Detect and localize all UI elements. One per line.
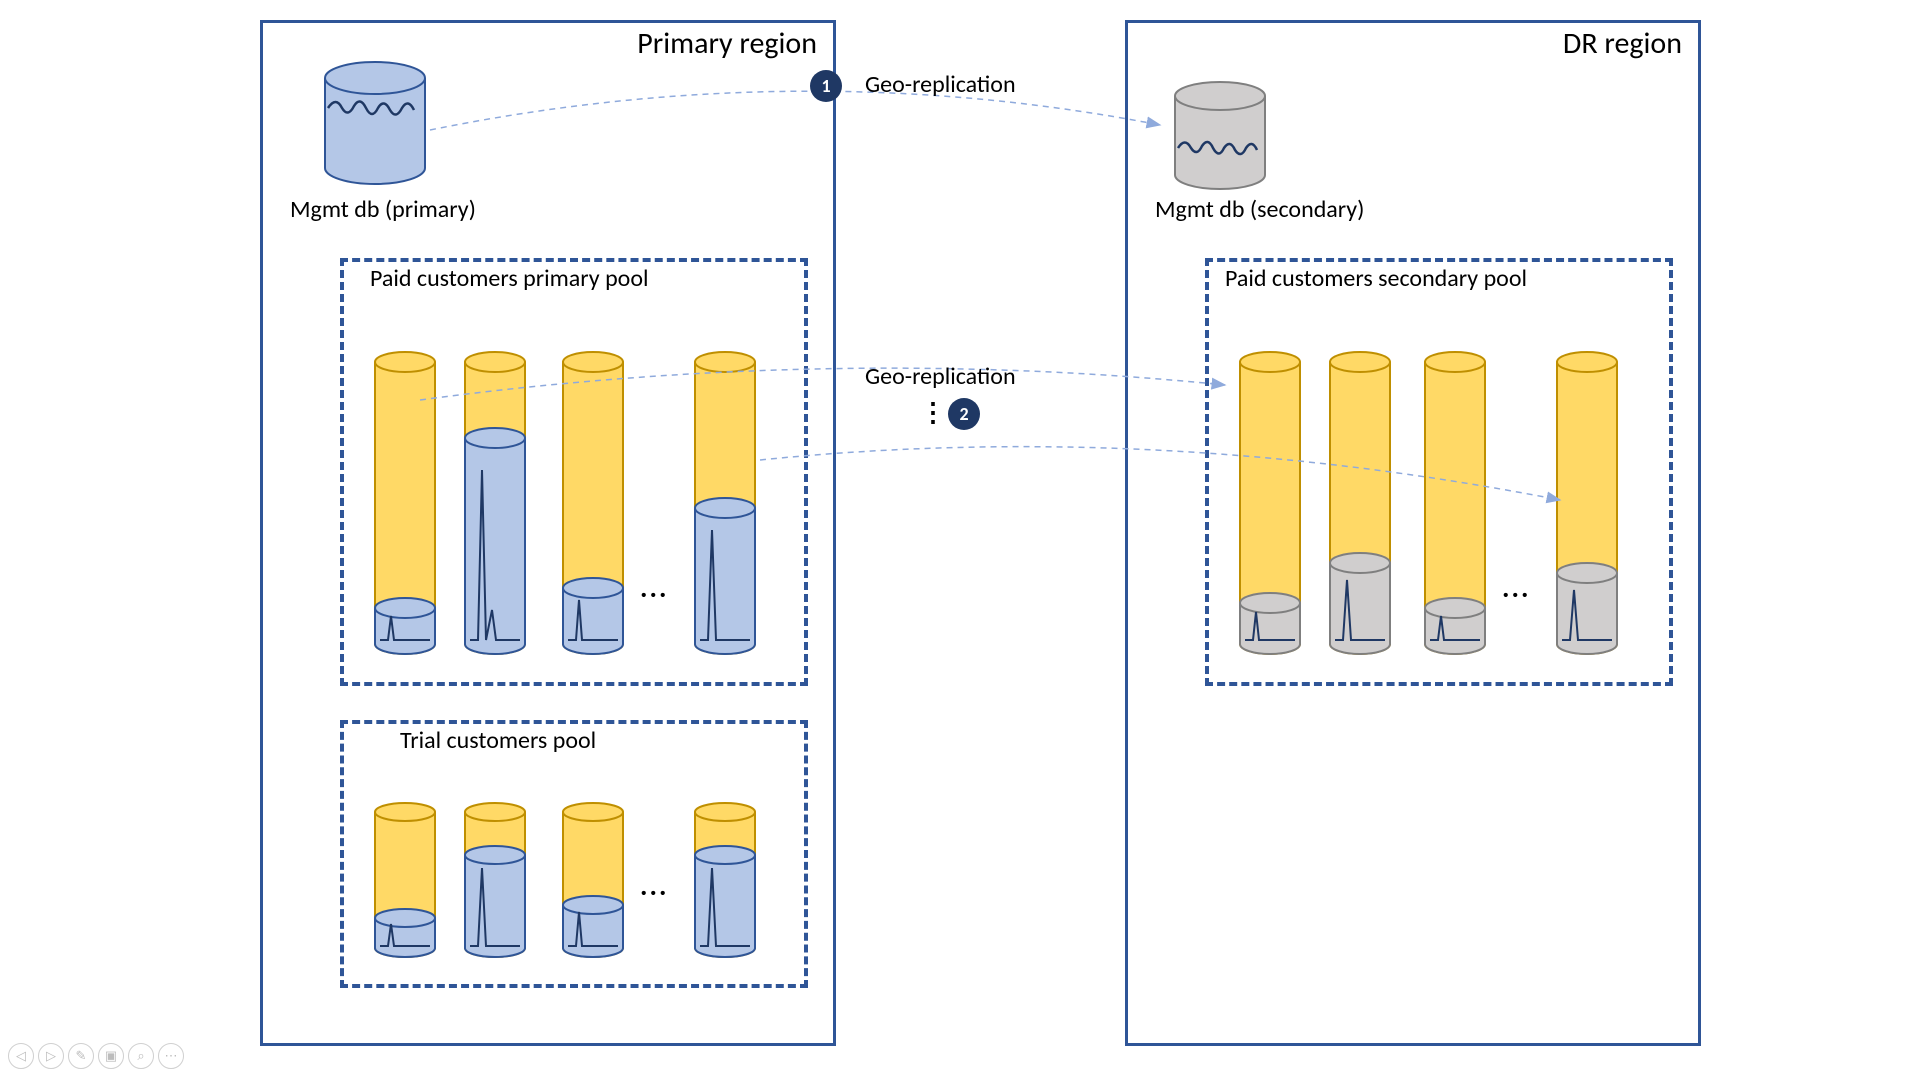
step-badge-2: 2 xyxy=(948,398,980,430)
vdots-icon: ⋮ xyxy=(920,396,948,428)
step-badge-1: 1 xyxy=(810,70,842,102)
prev-slide-button[interactable]: ◁ xyxy=(8,1043,34,1069)
geo-replication-arrow-2b xyxy=(0,0,1917,1077)
zoom-button[interactable]: ⌕ xyxy=(128,1043,154,1069)
geo-replication-label-2: Geo-replication xyxy=(865,362,1016,391)
slideshow-toolbar: ◁ ▷ ✎ ▣ ⌕ ⋯ xyxy=(8,1043,184,1069)
diagram-canvas: Primary region Mgmt db (primary) Paid cu… xyxy=(0,0,1917,1077)
view-all-slides-button[interactable]: ▣ xyxy=(98,1043,124,1069)
next-slide-button[interactable]: ▷ xyxy=(38,1043,64,1069)
pen-tool-button[interactable]: ✎ xyxy=(68,1043,94,1069)
more-options-button[interactable]: ⋯ xyxy=(158,1043,184,1069)
